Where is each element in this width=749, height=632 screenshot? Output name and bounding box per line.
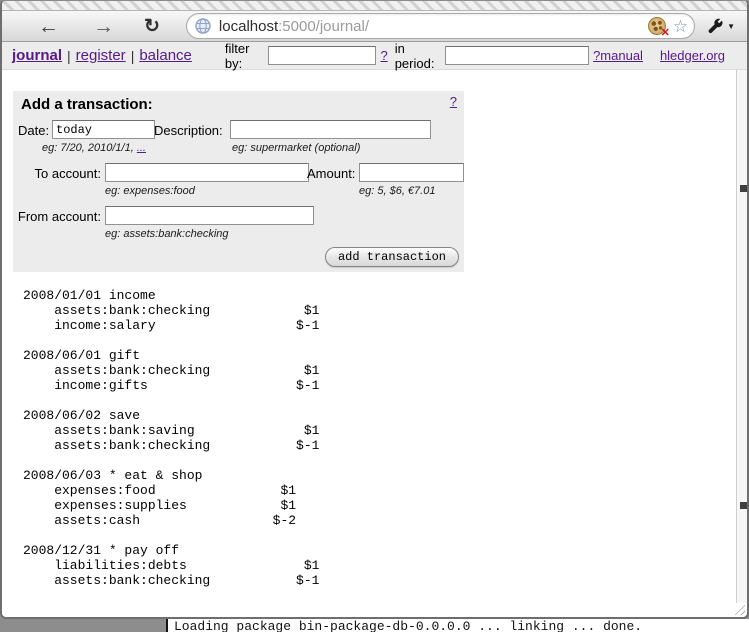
description-label: Description:: [154, 123, 223, 138]
cookie-blocked-icon[interactable]: ✕: [648, 17, 666, 35]
back-button[interactable]: ←: [38, 16, 59, 37]
date-hint-more-link[interactable]: ...: [137, 142, 146, 154]
form-title: Add a transaction:: [21, 96, 153, 113]
journal-entries: 2008/01/01 income assets:bank:checking $…: [2, 288, 747, 588]
to-account-label: To account:: [13, 166, 101, 181]
filter-by-label: filter by:: [225, 41, 264, 71]
nav-balance-link[interactable]: balance: [139, 47, 192, 64]
to-account-hint: eg: expenses:food: [105, 185, 195, 197]
wrench-icon: [707, 18, 724, 35]
reload-button[interactable]: ↻: [144, 16, 160, 37]
background-strip: Loading package bin-package-db-0.0.0.0 .…: [0, 619, 749, 632]
manual-link[interactable]: manual: [600, 48, 643, 63]
resize-grip-icon[interactable]: [732, 602, 745, 615]
chevron-down-icon: ▼: [727, 22, 735, 31]
date-input[interactable]: [52, 120, 155, 139]
url-text[interactable]: localhost:5000/journal/: [219, 18, 648, 35]
date-hint: eg: 7/20, 2010/1/1, ...: [42, 142, 146, 154]
description-input[interactable]: [230, 120, 431, 139]
form-help-link[interactable]: ?: [450, 94, 457, 109]
description-hint: eg: supermarket (optional): [232, 142, 360, 154]
from-account-label: From account:: [13, 209, 101, 224]
forward-button[interactable]: →: [93, 16, 114, 37]
amount-label: Amount:: [307, 166, 355, 181]
address-bar[interactable]: localhost:5000/journal/ ✕ ☆: [186, 13, 695, 39]
period-input[interactable]: [445, 46, 589, 65]
globe-icon: [195, 18, 211, 34]
amount-input[interactable]: [359, 163, 464, 182]
scrollbar[interactable]: [736, 70, 747, 603]
period-help-link[interactable]: ?: [593, 48, 600, 63]
terminal-output: Loading package bin-package-db-0.0.0.0 .…: [174, 619, 642, 632]
scrollbar-mark: [740, 502, 747, 509]
in-period-label: in period:: [395, 41, 440, 71]
app-navbar: journal | register | balance filter by: …: [2, 42, 747, 70]
to-account-input[interactable]: [105, 163, 309, 182]
filter-help-link[interactable]: ?: [380, 48, 387, 63]
desktop-gray-area: [0, 619, 166, 632]
amount-hint: eg: 5, $6, €7.01: [359, 185, 435, 197]
filter-input[interactable]: [268, 46, 376, 65]
bookmark-star-icon[interactable]: ☆: [673, 18, 688, 35]
url-host: localhost: [219, 18, 278, 35]
browser-window: ← → ↻ localhost:5000/journal/ ✕ ☆ ▼ jour…: [0, 0, 749, 619]
url-path: :5000/journal/: [278, 18, 369, 35]
add-transaction-form: Add a transaction: ? Date: Description: …: [13, 91, 464, 272]
window-titlebar[interactable]: [2, 1, 747, 11]
add-transaction-button[interactable]: add transaction: [325, 247, 459, 267]
from-account-hint: eg: assets:bank:checking: [105, 228, 229, 240]
from-account-input[interactable]: [105, 206, 314, 225]
terminal-window: Loading package bin-package-db-0.0.0.0 .…: [166, 619, 749, 632]
nav-separator: |: [131, 48, 135, 64]
date-label: Date:: [18, 123, 49, 138]
wrench-menu-button[interactable]: ▼: [707, 18, 735, 35]
nav-register-link[interactable]: register: [76, 47, 126, 64]
browser-toolbar: ← → ↻ localhost:5000/journal/ ✕ ☆ ▼: [2, 11, 747, 42]
scrollbar-mark: [740, 185, 747, 192]
nav-journal-link[interactable]: journal: [12, 47, 62, 64]
hledger-org-link[interactable]: hledger.org: [660, 48, 725, 63]
nav-separator: |: [67, 48, 71, 64]
